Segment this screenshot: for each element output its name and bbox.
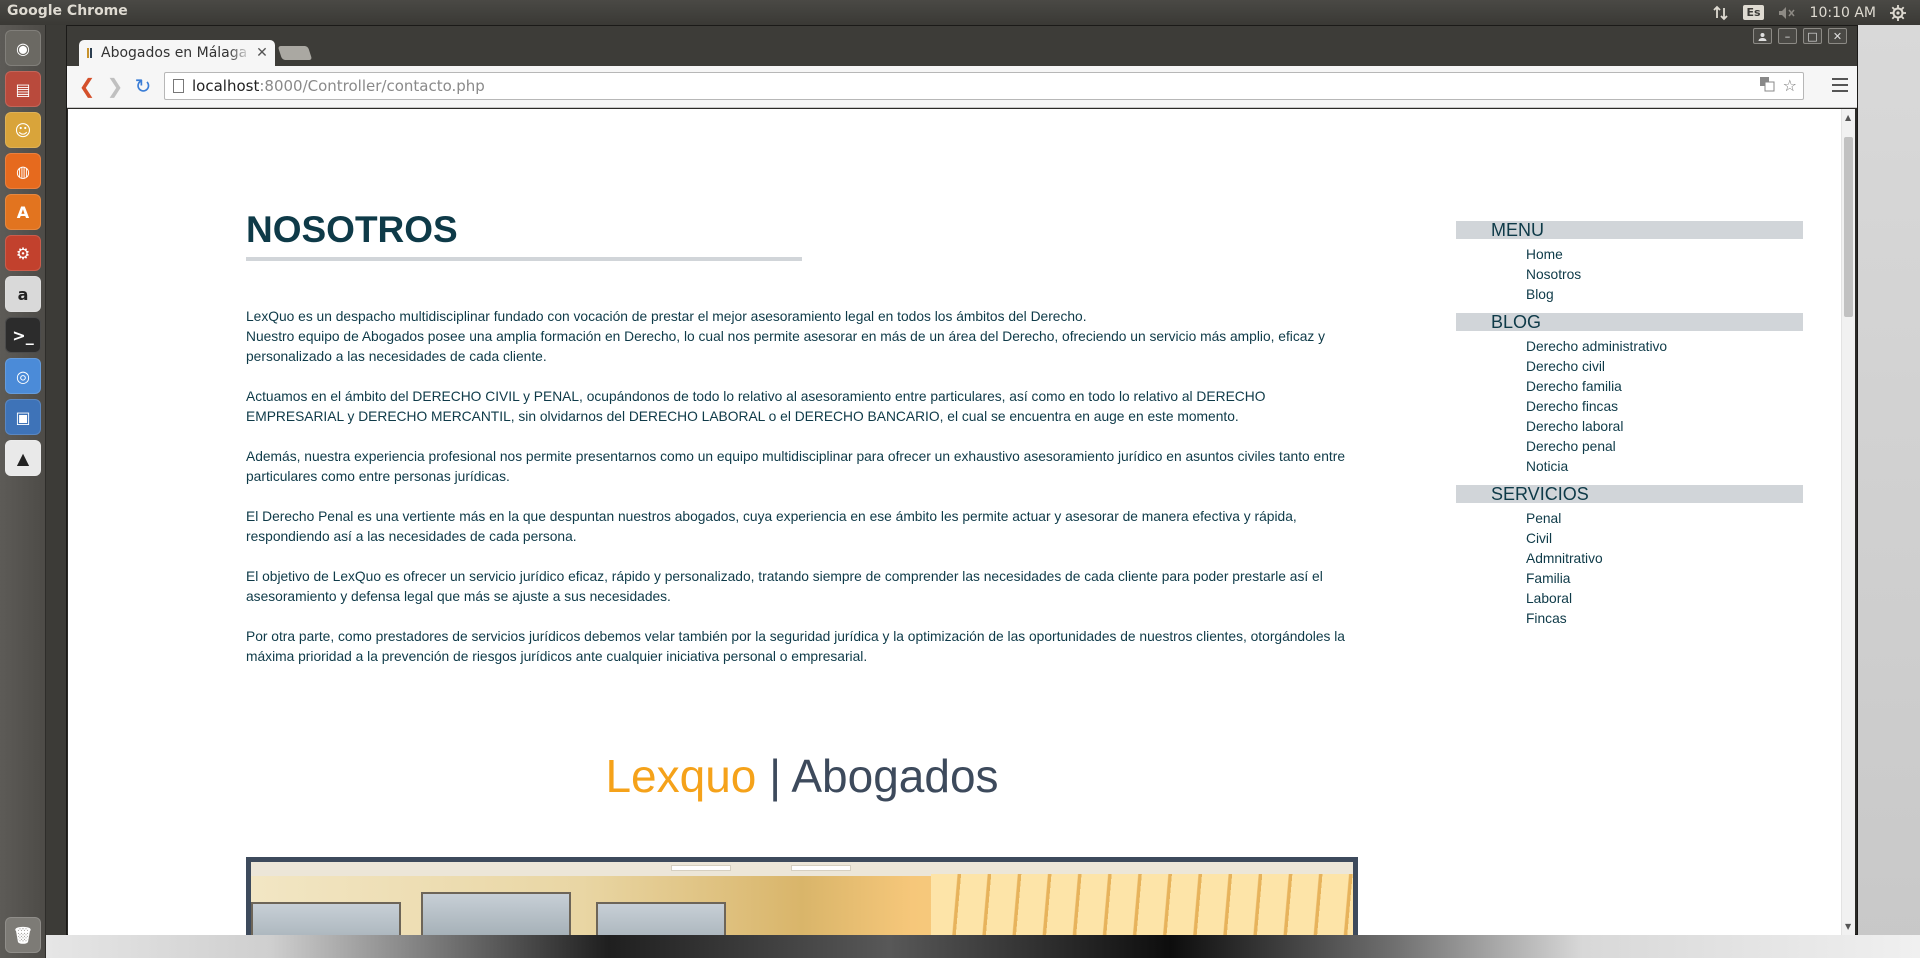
office-photo: [246, 857, 1358, 935]
tab-title: Abogados en Málaga: [101, 45, 248, 61]
new-tab-button[interactable]: [277, 46, 313, 60]
shopping-bag-icon[interactable]: A: [5, 194, 41, 230]
desktop-wallpaper-bottom: [46, 935, 1920, 958]
session-gear-icon[interactable]: [1890, 4, 1906, 21]
sidebar-link-derecho-familia[interactable]: Derecho familia: [1526, 377, 1803, 397]
sidebar-blog-list: Derecho administrativo Derecho civil Der…: [1456, 337, 1803, 477]
sidebar-link-laboral[interactable]: Laboral: [1526, 589, 1803, 609]
trash-icon[interactable]: 🗑: [5, 917, 41, 953]
article-paragraph: Además, nuestra experiencia profesional …: [246, 449, 1345, 484]
brand-separator: |: [769, 750, 782, 802]
sidebar-heading-menu: MENU: [1456, 221, 1803, 239]
sound-muted-icon[interactable]: [1778, 6, 1796, 20]
sidebar-link-derecho-penal[interactable]: Derecho penal: [1526, 437, 1803, 457]
forward-button[interactable]: ❯: [103, 74, 127, 98]
url-path: :8000/Controller/contacto.php: [259, 77, 485, 95]
tab-strip: Abogados en Málaga ✕ – □ ✕: [67, 26, 1857, 66]
page-viewport: NOSOTROS LexQuo es un despacho multidisc…: [68, 109, 1855, 935]
window-controls: – □ ✕: [1753, 28, 1847, 44]
pma-icon[interactable]: ▲: [5, 440, 41, 476]
sidebar-link-familia[interactable]: Familia: [1526, 569, 1803, 589]
brand-heading: Lexquo | Abogados: [246, 749, 1358, 803]
box-icon[interactable]: ▣: [5, 399, 41, 435]
window-blinds: [931, 874, 1353, 935]
article-line: LexQuo es un despacho multidisciplinar f…: [246, 309, 1087, 324]
terminal-icon[interactable]: >_: [5, 317, 41, 353]
close-window-button[interactable]: ✕: [1828, 28, 1847, 44]
about-article: LexQuo es un despacho multidisciplinar f…: [246, 307, 1364, 687]
sidebar-link-derecho-administrativo[interactable]: Derecho administrativo: [1526, 337, 1803, 357]
translate-icon[interactable]: [1759, 76, 1775, 96]
article-paragraph: Por otra parte, como prestadores de serv…: [246, 629, 1345, 664]
network-icon[interactable]: [1713, 5, 1729, 21]
browser-toolbar: ❮ ❯ ↻ localhost:8000/Controller/contacto…: [67, 66, 1857, 108]
face-icon[interactable]: ☺: [5, 112, 41, 148]
article-line: Nuestro equipo de Abogados posee una amp…: [246, 329, 1326, 364]
keyboard-layout-label: Es: [1743, 5, 1764, 20]
page-scrollbar[interactable]: ▲ ▼: [1841, 109, 1855, 935]
file-cabinet-icon[interactable]: ▤: [5, 71, 41, 107]
keyboard-layout-indicator[interactable]: Es: [1743, 5, 1764, 20]
sidebar-link-derecho-fincas[interactable]: Derecho fincas: [1526, 397, 1803, 417]
sidebar-menu-list: Home Nosotros Blog: [1456, 245, 1803, 305]
article-paragraph: Actuamos en el ámbito del DERECHO CIVIL …: [246, 389, 1266, 424]
page-title: NOSOTROS: [246, 209, 802, 261]
url-host: localhost: [192, 77, 260, 95]
omnibox-actions: ☆: [1759, 76, 1797, 96]
sidebar-heading-servicios: SERVICIOS: [1456, 485, 1803, 503]
sidebar-link-noticia[interactable]: Noticia: [1526, 457, 1803, 477]
sidebar: MENU Home Nosotros Blog BLOG Derecho adm…: [1456, 221, 1803, 637]
wall-painting: [251, 902, 401, 935]
sidebar-link-home[interactable]: Home: [1526, 245, 1803, 265]
chrome-icon[interactable]: ◎: [5, 358, 41, 394]
system-top-panel: Google Chrome Es 10:10 AM: [0, 0, 1920, 25]
tab-active[interactable]: Abogados en Málaga ✕: [79, 40, 275, 66]
sidebar-link-blog[interactable]: Blog: [1526, 285, 1803, 305]
chrome-window: Abogados en Málaga ✕ – □ ✕ ❮ ❯ ↻ localho…: [66, 25, 1858, 935]
sidebar-link-administrativo[interactable]: Admnitrativo: [1526, 549, 1803, 569]
desktop-wallpaper-right: [1858, 25, 1920, 958]
address-bar[interactable]: localhost:8000/Controller/contacto.php ☆: [164, 72, 1804, 100]
minimize-button[interactable]: –: [1778, 28, 1797, 44]
tab-close-icon[interactable]: ✕: [255, 45, 269, 61]
reload-button[interactable]: ↻: [131, 74, 155, 98]
maximize-button[interactable]: □: [1803, 28, 1822, 44]
ceiling-light: [671, 865, 731, 871]
clock[interactable]: 10:10 AM: [1810, 5, 1876, 21]
unity-launcher: ◉ ▤ ☺ ◍ A ⚙ a >_ ◎ ▣ ▲ 🗑: [0, 25, 46, 958]
amazon-icon[interactable]: a: [5, 276, 41, 312]
scroll-up-arrow-icon[interactable]: ▲: [1845, 113, 1851, 122]
ceiling-light: [791, 865, 851, 871]
article-paragraph: El objetivo de LexQuo es ofrecer un serv…: [246, 569, 1323, 604]
sidebar-link-nosotros[interactable]: Nosotros: [1526, 265, 1803, 285]
system-tray: Es 10:10 AM: [1713, 0, 1920, 25]
panel-app-name: Google Chrome: [7, 3, 128, 19]
sidebar-link-civil[interactable]: Civil: [1526, 529, 1803, 549]
scroll-down-arrow-icon[interactable]: ▼: [1845, 922, 1851, 931]
article-paragraph: LexQuo es un despacho multidisciplinar f…: [246, 307, 1364, 367]
scrollbar-thumb[interactable]: [1844, 137, 1853, 317]
sidebar-heading-blog: BLOG: [1456, 313, 1803, 331]
page-icon: [173, 79, 184, 93]
wall-painting: [596, 902, 726, 935]
sidebar-services-list: Penal Civil Admnitrativo Familia Laboral…: [1456, 509, 1803, 629]
chrome-menu-button[interactable]: [1831, 76, 1849, 94]
sidebar-link-penal[interactable]: Penal: [1526, 509, 1803, 529]
sidebar-link-fincas[interactable]: Fincas: [1526, 609, 1803, 629]
bookmark-star-icon[interactable]: ☆: [1783, 76, 1797, 96]
wall-painting: [421, 892, 571, 935]
firefox-icon[interactable]: ◍: [5, 153, 41, 189]
favicon-icon: [87, 48, 95, 58]
ubuntu-logo-icon[interactable]: ◉: [5, 30, 41, 66]
sidebar-link-derecho-civil[interactable]: Derecho civil: [1526, 357, 1803, 377]
sidebar-link-derecho-laboral[interactable]: Derecho laboral: [1526, 417, 1803, 437]
back-button[interactable]: ❮: [75, 74, 99, 98]
user-profile-button[interactable]: [1753, 28, 1772, 44]
gears-icon[interactable]: ⚙: [5, 235, 41, 271]
brand-name: Lexquo: [605, 750, 757, 802]
article-paragraph: El Derecho Penal es una vertiente más en…: [246, 509, 1297, 544]
brand-tagline: Abogados: [791, 750, 999, 802]
